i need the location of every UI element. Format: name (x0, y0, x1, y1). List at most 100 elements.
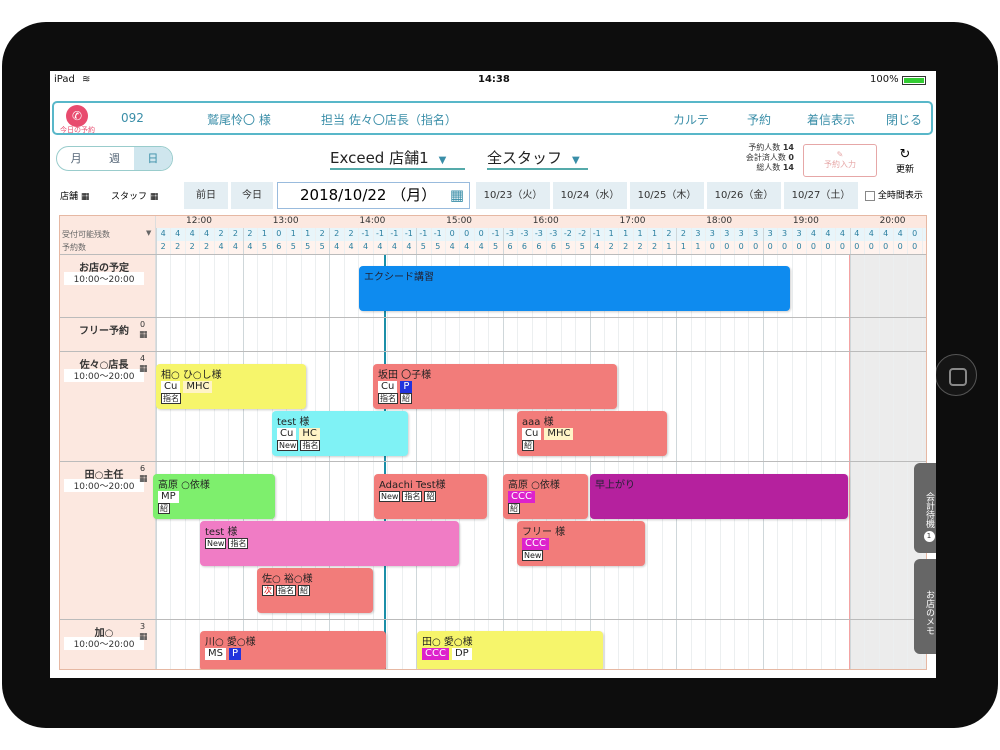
battery-percent: 100% (870, 74, 899, 85)
menu-chip: CCC (422, 648, 449, 660)
available-count: 2 (247, 229, 253, 238)
hour-label: 13:00 (272, 216, 299, 226)
reservation-block[interactable]: 相○ ひ○し様 Cu MHC 指名 (156, 364, 306, 409)
calendar-add-icon[interactable]: ▦ (139, 364, 148, 374)
menu-chips: MP (158, 491, 270, 503)
reservation-block[interactable]: 高原 ○依様 MP 紹 (153, 474, 275, 519)
grid-line (835, 228, 837, 669)
booked-count: 0 (709, 242, 715, 251)
booked-count: 6 (521, 242, 528, 251)
reservation-block[interactable]: test 様 New 指名 (200, 521, 459, 566)
grid-line (849, 228, 851, 669)
booked-count: 0 (825, 242, 831, 251)
tab-week[interactable]: 週 (95, 147, 133, 170)
booked-count: 1 (666, 242, 672, 251)
phone-icon[interactable]: ✆ (66, 105, 88, 127)
today-button[interactable]: 今日 (231, 182, 273, 209)
grid-line (156, 228, 157, 669)
calendar-add-icon[interactable]: ▦ (139, 632, 148, 642)
booked-count: 4 (391, 242, 397, 251)
available-count: -1 (390, 229, 399, 238)
booked-count: 4 (449, 242, 455, 251)
available-count: 1 (261, 229, 267, 238)
staff-filter[interactable]: スタッフ ▦ (111, 189, 158, 202)
booked-count: 4 (406, 242, 412, 251)
prev-day-button[interactable]: 前日 (184, 182, 228, 209)
reservation-block[interactable]: aaa 様 Cu MHC 紹 (517, 411, 667, 456)
booked-count: 6 (536, 242, 542, 251)
tab-day[interactable]: 日 (133, 147, 172, 170)
reservation-block[interactable]: 川○ 愛○様 MS P (200, 631, 386, 669)
reserve-input-button[interactable]: ✎ 予約入力 (803, 144, 877, 177)
tag-referral: 紹 (424, 491, 437, 502)
staff-assigned: 担当 佐々〇店長（指名） (321, 113, 457, 127)
tag-nominated: 指名 (378, 393, 398, 404)
reservation-block[interactable]: 高原 ○依様 CCC 紹 (503, 474, 588, 519)
date-tab-3[interactable]: 10/25（木） (630, 182, 704, 209)
available-count: 3 (782, 229, 788, 238)
booked-count: 2 (189, 242, 195, 251)
reservation-block[interactable]: 佐○ 裕○様次指名紹 (257, 568, 373, 613)
reservation-block[interactable]: test 様 Cu HC New 指名 (272, 411, 408, 456)
tag-referral: 紹 (298, 585, 310, 596)
reservation-block[interactable]: エクシード講習 (359, 266, 790, 311)
karte-link[interactable]: カルテ (673, 111, 709, 128)
reserve-input-label: 予約入力 (824, 160, 856, 169)
booked-count: 0 (854, 242, 860, 251)
available-count: 3 (767, 229, 773, 238)
date-tab-4[interactable]: 10/26（金） (707, 182, 781, 209)
booked-count: 2 (651, 242, 658, 251)
booked-count: 6 (507, 242, 513, 251)
calendar-icon[interactable]: ▦ (450, 183, 464, 208)
available-count: 3 (695, 229, 701, 238)
reservation-block[interactable]: 田○ 愛○様 CCC DP (417, 631, 603, 669)
staff-dropdown[interactable]: 全スタッフ ▼ (487, 147, 588, 170)
calendar-small-icon: ▦ (80, 192, 90, 202)
all-time-label: 全時間表示 (877, 191, 923, 201)
date-display[interactable]: 2018/10/22 （月） ▦ (277, 182, 470, 209)
available-count: 1 (623, 229, 629, 238)
booked-count: 5 (565, 242, 571, 251)
booked-count: 0 (738, 242, 744, 251)
reserve-link[interactable]: 予約 (747, 111, 771, 128)
store-dropdown[interactable]: Exceed 店舗1 ▼ (330, 147, 465, 170)
reservation-block[interactable]: フリー 様 CCC New (517, 521, 645, 566)
booked-count: 5 (261, 242, 267, 251)
accounting-badge: 1 (923, 530, 935, 542)
staff-hours: 10:00〜20:00 (64, 369, 144, 382)
tag-new: New (277, 440, 299, 451)
accounting-tab[interactable]: 会計待機 1 (914, 463, 936, 553)
home-button[interactable] (935, 354, 977, 396)
reservation-block[interactable]: 早上がり (590, 474, 848, 519)
store-memo-tab[interactable]: お店のメモ (914, 559, 936, 654)
calendar-add-icon[interactable]: ▦ (139, 330, 148, 340)
available-count: 0 (912, 229, 918, 238)
reservation-block[interactable]: 坂田 〇子様 Cu P 指名紹 (373, 364, 617, 409)
refresh-button[interactable]: ↻ 更新 (888, 147, 922, 175)
staff-select-value: 全スタッフ (487, 149, 563, 167)
store-filter[interactable]: 店舗 ▦ (60, 189, 89, 202)
date-tab-2[interactable]: 10/24（水） (553, 182, 627, 209)
date-tab-5[interactable]: 10/27（土） (784, 182, 858, 209)
booked-count: 0 (767, 242, 773, 251)
reservation-block[interactable]: Adachi Test様 New 指名紹 (374, 474, 487, 519)
available-count: 0 (276, 229, 282, 238)
available-count: -3 (549, 229, 558, 238)
booked-count: 0 (782, 242, 788, 251)
reservation-tags: 次指名紹 (262, 585, 368, 596)
tab-month[interactable]: 月 (57, 147, 95, 170)
menu-chip: MHC (544, 428, 574, 440)
incoming-link[interactable]: 着信表示 (807, 111, 855, 128)
tag-new: New (205, 538, 227, 549)
booked-count: 4 (478, 242, 484, 251)
date-tab-1[interactable]: 10/23（火） (476, 182, 550, 209)
pencil-icon: ✎ (836, 150, 844, 159)
grid-line (907, 228, 909, 669)
close-link[interactable]: 閉じる (886, 111, 922, 128)
checkbox[interactable] (865, 190, 875, 201)
menu-chip: Cu (378, 381, 398, 393)
available-count: 1 (290, 229, 296, 238)
calendar-add-icon[interactable]: ▦ (139, 474, 148, 484)
all-time-toggle[interactable]: 全時間表示 (865, 188, 923, 201)
reservation-title: フリー 様 (522, 527, 566, 538)
